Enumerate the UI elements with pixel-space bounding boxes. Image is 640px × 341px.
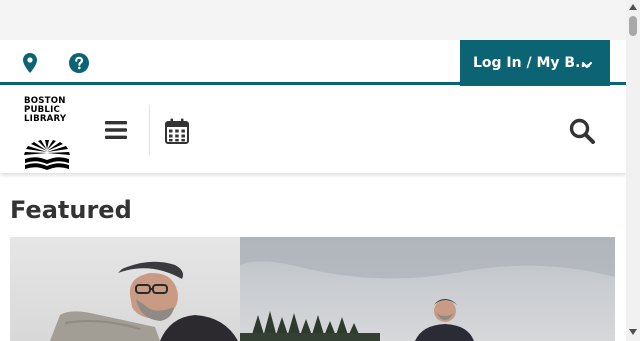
chevron-down-icon	[582, 57, 592, 73]
browser-top-strip	[0, 0, 626, 40]
page-scrollbar[interactable]	[626, 0, 640, 341]
header-divider	[149, 105, 150, 155]
question-circle-icon[interactable]	[68, 52, 90, 74]
calendar-icon[interactable]	[165, 118, 189, 144]
login-my-account-button[interactable]: Log In / My B...	[460, 40, 610, 86]
map-pin-icon[interactable]	[19, 52, 41, 74]
open-book-logo-icon	[24, 140, 70, 170]
featured-hero-image[interactable]	[10, 237, 615, 341]
search-icon[interactable]	[569, 118, 595, 144]
featured-photo-left	[10, 237, 240, 341]
scroll-up-arrow-icon[interactable]	[626, 1, 640, 13]
bpl-logo[interactable]: BOSTON PUBLIC LIBRARY	[24, 97, 72, 170]
main-header: BOSTON PUBLIC LIBRARY	[0, 88, 626, 173]
utility-bar: Log In / My B...	[0, 40, 626, 86]
featured-section-title: Featured	[10, 196, 132, 224]
scrollbar-thumb[interactable]	[629, 16, 637, 36]
featured-photo-right	[240, 237, 615, 341]
hamburger-menu-icon[interactable]	[104, 120, 128, 140]
page: Log In / My B... BOSTON PUBLIC LIBRARY F…	[0, 0, 640, 341]
login-button-label: Log In / My B...	[473, 55, 592, 71]
logo-line-3: LIBRARY	[24, 114, 67, 124]
scroll-down-arrow-icon[interactable]	[626, 326, 640, 338]
